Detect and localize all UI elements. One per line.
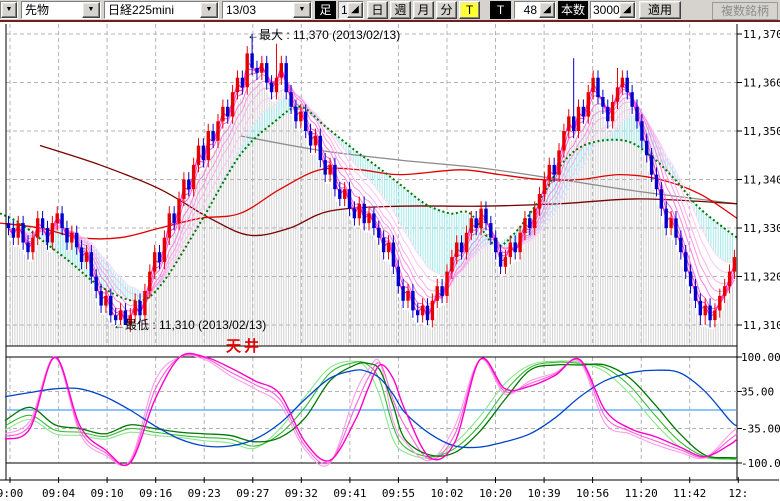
annotation-max-price: ←最大 : 11,370 (2013/02/13) bbox=[247, 26, 400, 43]
symbol-combo-clipped[interactable]: ▼ bbox=[0, 1, 18, 19]
svg-text:11,360: 11,360 bbox=[743, 77, 780, 90]
contract-month-combo[interactable]: 13/03 ▼ bbox=[222, 1, 312, 19]
svg-text:09:32: 09:32 bbox=[285, 487, 318, 500]
under-price-hatch bbox=[9, 77, 735, 346]
market-combo-value: 先物 bbox=[22, 2, 82, 18]
annotation-ceiling: 天井 bbox=[226, 335, 262, 356]
svg-text:11,340: 11,340 bbox=[743, 174, 780, 187]
svg-text:10:02: 10:02 bbox=[430, 487, 463, 500]
svg-text:09:23: 09:23 bbox=[188, 487, 221, 500]
svg-text:11,370: 11,370 bbox=[743, 28, 780, 41]
svg-text:09:16: 09:16 bbox=[139, 487, 172, 500]
dropdown-arrow-icon[interactable]: ▼ bbox=[1, 2, 17, 18]
annotation-min-price: ←最低 : 11,310 (2013/02/13) bbox=[113, 316, 266, 333]
bar-count-value: 3000 bbox=[591, 2, 619, 18]
svg-text:09:10: 09:10 bbox=[91, 487, 124, 500]
bar-type-label: 足 bbox=[315, 1, 336, 19]
market-combo[interactable]: 先物 ▼ bbox=[21, 1, 101, 19]
chart-canvas: 11,370 11,360 11,350 11,340 11,330 11,320 11,3… bbox=[0, 22, 780, 501]
stepper-corner-icon[interactable]: ◢ bbox=[347, 2, 363, 18]
svg-text:11,330: 11,330 bbox=[743, 222, 780, 235]
period-minute-button[interactable]: 分 bbox=[436, 1, 457, 19]
svg-text:09:04: 09:04 bbox=[42, 487, 75, 500]
tick-size-value: 48 bbox=[515, 2, 539, 18]
multi-symbol-button[interactable]: 複数銘柄 bbox=[712, 2, 778, 20]
svg-text:11,320: 11,320 bbox=[743, 271, 780, 284]
svg-text:10:56: 10:56 bbox=[576, 487, 609, 500]
svg-text:11,350: 11,350 bbox=[743, 125, 780, 138]
period-week-button[interactable]: 週 bbox=[390, 1, 411, 19]
contract-month-value: 13/03 bbox=[223, 2, 293, 18]
svg-text:11:20: 11:20 bbox=[625, 487, 658, 500]
svg-text:10:39: 10:39 bbox=[528, 487, 561, 500]
bar-count-stepper[interactable]: 3000 ◢ bbox=[590, 1, 636, 19]
bar-interval-stepper[interactable]: 1 ◢ bbox=[338, 1, 364, 19]
tick-size-label: T bbox=[490, 1, 511, 19]
period-tick-button[interactable]: T bbox=[459, 1, 480, 19]
svg-text:09:41: 09:41 bbox=[333, 487, 366, 500]
bar-interval-value: 1 bbox=[339, 2, 347, 18]
svg-text:100.00: 100.00 bbox=[741, 351, 780, 364]
dropdown-arrow-icon[interactable]: ▼ bbox=[293, 2, 311, 18]
instrument-combo-value: 日経225mini bbox=[105, 2, 200, 18]
stepper-corner-icon[interactable]: ◢ bbox=[619, 2, 635, 18]
dropdown-arrow-icon[interactable]: ▼ bbox=[82, 2, 100, 18]
svg-text:11:42: 11:42 bbox=[673, 487, 706, 500]
svg-text:-100.00: -100.00 bbox=[741, 457, 780, 470]
svg-text:35.00: 35.00 bbox=[741, 385, 774, 398]
svg-text:09:27: 09:27 bbox=[236, 487, 269, 500]
chart-area: 11,370 11,360 11,350 11,340 11,330 11,320 11,3… bbox=[0, 22, 780, 501]
oscillator-panel bbox=[5, 353, 737, 466]
stepper-corner-icon[interactable]: ◢ bbox=[539, 2, 555, 18]
dropdown-arrow-icon[interactable]: ▼ bbox=[200, 2, 218, 18]
svg-text:11,310: 11,310 bbox=[743, 319, 780, 332]
bar-count-label: 本数 bbox=[558, 1, 588, 19]
svg-text:12:: 12: bbox=[728, 487, 748, 500]
tick-size-stepper[interactable]: 48 ◢ bbox=[514, 1, 556, 19]
svg-text:9:00: 9:00 bbox=[0, 487, 23, 500]
svg-text:09:55: 09:55 bbox=[382, 487, 415, 500]
toolbar: ▼ 先物 ▼ 日経225mini ▼ 13/03 ▼ 足 1 ◢ 日 週 月 分… bbox=[0, 0, 780, 22]
svg-text:10:20: 10:20 bbox=[479, 487, 512, 500]
instrument-combo[interactable]: 日経225mini ▼ bbox=[104, 1, 219, 19]
apply-button[interactable]: 適用 bbox=[639, 1, 681, 19]
svg-text:-35.00: -35.00 bbox=[741, 423, 780, 436]
period-month-button[interactable]: 月 bbox=[413, 1, 434, 19]
period-day-button[interactable]: 日 bbox=[367, 1, 388, 19]
